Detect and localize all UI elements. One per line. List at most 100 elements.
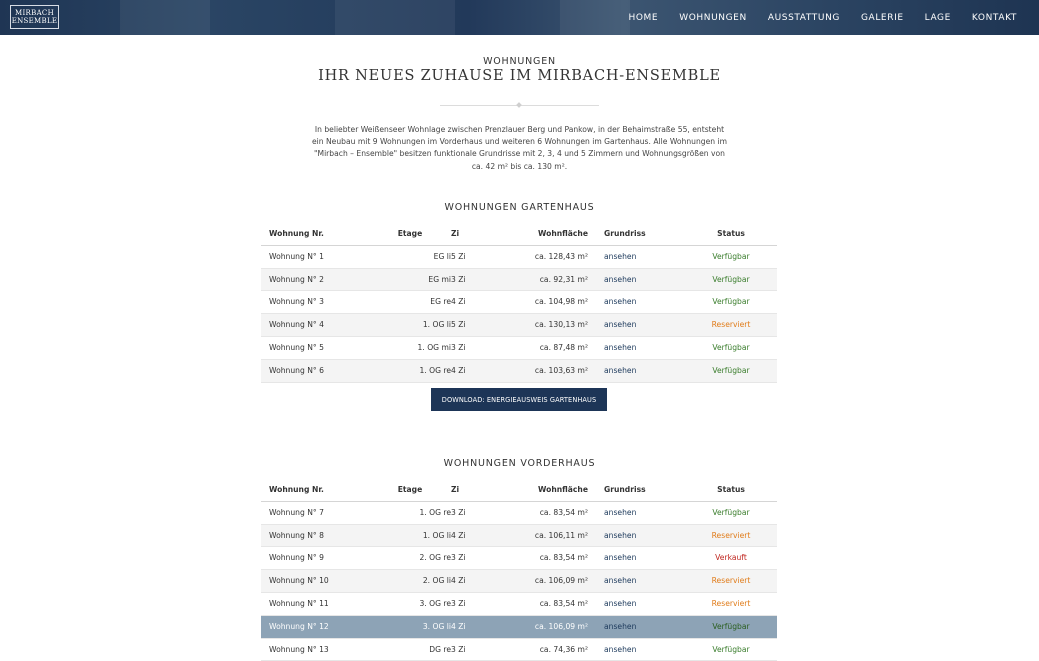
- grundriss-link[interactable]: ansehen: [604, 599, 636, 608]
- download-energieausweis-button[interactable]: DOWNLOAD: ENERGIEAUSWEIS GARTENHAUS: [431, 388, 607, 411]
- nav-item-galerie[interactable]: GALERIE: [861, 13, 904, 23]
- header-background-image: [120, 0, 210, 35]
- cell-status: Verfügbar: [712, 342, 750, 352]
- cell-grundriss: ansehen: [604, 547, 636, 569]
- cell-grundriss: ansehen: [604, 593, 636, 615]
- grundriss-link[interactable]: ansehen: [604, 366, 636, 375]
- table-row[interactable]: Wohnung N° 1 EG li 5 Zi ca. 128,43 m² ansehe…: [261, 246, 777, 269]
- header-etage: Etage: [397, 485, 423, 494]
- header-wohnflaeche: Wohnfläche: [538, 229, 588, 238]
- cell-wohnflaeche: ca. 106,09 m²: [534, 576, 588, 586]
- cell-status: Reserviert: [711, 598, 751, 608]
- grundriss-link[interactable]: ansehen: [604, 508, 636, 517]
- cell-zimmer: 5 Zi: [451, 320, 466, 330]
- cell-wohnung-nr: Wohnung N° 8: [269, 530, 324, 540]
- cell-grundriss: ansehen: [604, 616, 636, 638]
- grundriss-link[interactable]: ansehen: [604, 297, 636, 306]
- table-row[interactable]: Wohnung N° 10 2. OG li 4 Zi ca. 106,09 m² an…: [261, 570, 777, 593]
- cell-wohnung-nr: Wohnung N° 6: [269, 365, 324, 375]
- cell-etage: 3. OG li: [422, 621, 451, 631]
- table-row[interactable]: Wohnung N° 11 3. OG re 3 Zi ca. 83,54 m² ans…: [261, 593, 777, 616]
- table-row[interactable]: Wohnung N° 9 2. OG re 3 Zi ca. 83,54 m² anse…: [261, 547, 777, 571]
- cell-etage: 1. OG mi: [417, 342, 451, 352]
- grundriss-link[interactable]: ansehen: [604, 645, 636, 654]
- grundriss-link[interactable]: ansehen: [604, 531, 636, 540]
- cell-grundriss: ansehen: [604, 291, 636, 313]
- cell-status: Verkauft: [715, 553, 747, 563]
- cell-etage: 1. OG re: [419, 507, 451, 517]
- grundriss-link[interactable]: ansehen: [604, 622, 636, 631]
- cell-wohnflaeche: ca. 130,13 m²: [534, 320, 588, 330]
- cell-grundriss: ansehen: [604, 639, 636, 661]
- cell-wohnflaeche: ca. 92,31 m²: [539, 274, 588, 284]
- cell-etage: 1. OG re: [419, 365, 451, 375]
- table-row[interactable]: Wohnung N° 5 1. OG mi 3 Zi ca. 87,48 m² anse…: [261, 337, 777, 360]
- grundriss-link[interactable]: ansehen: [604, 320, 636, 329]
- cell-etage: DG re: [429, 644, 451, 654]
- header-etage: Etage: [397, 229, 423, 238]
- cell-wohnflaeche: ca. 106,11 m²: [534, 530, 588, 540]
- header-zi: Zi: [451, 229, 460, 238]
- cell-zimmer: 3 Zi: [451, 507, 466, 517]
- header-grundriss: Grundriss: [604, 229, 646, 238]
- table-row[interactable]: Wohnung N° 12 3. OG li 4 Zi ca. 106,09 m² an…: [261, 615, 777, 639]
- table-row[interactable]: Wohnung N° 2 EG mi 3 Zi ca. 92,31 m² ansehen…: [261, 268, 777, 292]
- header-nr: Wohnung Nr.: [269, 229, 324, 238]
- cell-status: Verfügbar: [712, 507, 750, 517]
- cell-status: Verfügbar: [712, 644, 750, 654]
- main-nav: HOME WOHNUNGEN AUSSTATTUNG GALERIE LAGE …: [628, 0, 1017, 35]
- gartenhaus-title: WOHNUNGEN GARTENHAUS: [444, 202, 595, 213]
- cell-status: Verfügbar: [712, 365, 750, 375]
- cell-zimmer: 3 Zi: [451, 553, 466, 563]
- cell-grundriss: ansehen: [604, 269, 636, 291]
- header-background-image: [560, 0, 630, 35]
- nav-item-ausstattung[interactable]: AUSSTATTUNG: [768, 13, 840, 23]
- cell-wohnflaeche: ca. 83,54 m²: [539, 598, 588, 608]
- cell-wohnflaeche: ca. 106,09 m²: [534, 621, 588, 631]
- cell-status: Verfügbar: [712, 251, 750, 261]
- grundriss-link[interactable]: ansehen: [604, 576, 636, 585]
- cell-zimmer: 3 Zi: [451, 644, 466, 654]
- cell-etage: EG mi: [428, 274, 451, 284]
- cell-zimmer: 5 Zi: [451, 251, 466, 261]
- table-row[interactable]: Wohnung N° 4 1. OG li 5 Zi ca. 130,13 m² ans…: [261, 314, 777, 337]
- grundriss-link[interactable]: ansehen: [604, 252, 636, 261]
- nav-item-home[interactable]: HOME: [628, 13, 658, 23]
- cell-zimmer: 4 Zi: [451, 621, 466, 631]
- grundriss-link[interactable]: ansehen: [604, 275, 636, 284]
- cell-grundriss: ansehen: [604, 570, 636, 592]
- site-header: MIRBACH ENSEMBLE HOME WOHNUNGEN AUSSTATT…: [0, 0, 1039, 35]
- nav-item-kontakt[interactable]: KONTAKT: [972, 13, 1017, 23]
- cell-zimmer: 4 Zi: [451, 576, 466, 586]
- table-header-row: Wohnung Nr. Etage Zi Wohnfläche Grundris…: [261, 479, 777, 502]
- cell-etage: 3. OG re: [419, 598, 451, 608]
- logo-line-2: ENSEMBLE: [11, 17, 58, 25]
- site-logo[interactable]: MIRBACH ENSEMBLE: [10, 5, 59, 29]
- table-row[interactable]: Wohnung N° 3 EG re 4 Zi ca. 104,98 m² ansehe…: [261, 291, 777, 315]
- table-row[interactable]: Wohnung N° 7 1. OG re 3 Zi ca. 83,54 m² anse…: [261, 502, 777, 525]
- cell-wohnung-nr: Wohnung N° 10: [269, 576, 329, 586]
- cell-zimmer: 4 Zi: [451, 530, 466, 540]
- cell-etage: EG re: [430, 297, 451, 307]
- cell-wohnung-nr: Wohnung N° 2: [269, 274, 324, 284]
- cell-zimmer: 4 Zi: [451, 365, 466, 375]
- cell-status: Reserviert: [711, 576, 751, 586]
- table-row[interactable]: Wohnung N° 6 1. OG re 4 Zi ca. 103,63 m² ans…: [261, 359, 777, 383]
- cell-grundriss: ansehen: [604, 525, 636, 547]
- nav-item-wohnungen[interactable]: WOHNUNGEN: [679, 13, 747, 23]
- cell-zimmer: 4 Zi: [451, 297, 466, 307]
- cell-wohnflaeche: ca. 83,54 m²: [539, 507, 588, 517]
- table-row[interactable]: Wohnung N° 8 1. OG li 4 Zi ca. 106,11 m² ans…: [261, 524, 777, 548]
- cell-status: Reserviert: [711, 530, 751, 540]
- nav-item-lage[interactable]: LAGE: [925, 13, 951, 23]
- cell-zimmer: 3 Zi: [451, 274, 466, 284]
- grundriss-link[interactable]: ansehen: [604, 343, 636, 352]
- cell-etage: EG li: [433, 251, 451, 261]
- grundriss-link[interactable]: ansehen: [604, 553, 636, 562]
- cell-wohnung-nr: Wohnung N° 1: [269, 251, 324, 261]
- cell-grundriss: ansehen: [604, 337, 636, 359]
- header-nr: Wohnung Nr.: [269, 485, 324, 494]
- header-status: Status: [717, 229, 745, 238]
- cell-wohnflaeche: ca. 74,36 m²: [539, 644, 588, 654]
- cell-wohnung-nr: Wohnung N° 7: [269, 507, 324, 517]
